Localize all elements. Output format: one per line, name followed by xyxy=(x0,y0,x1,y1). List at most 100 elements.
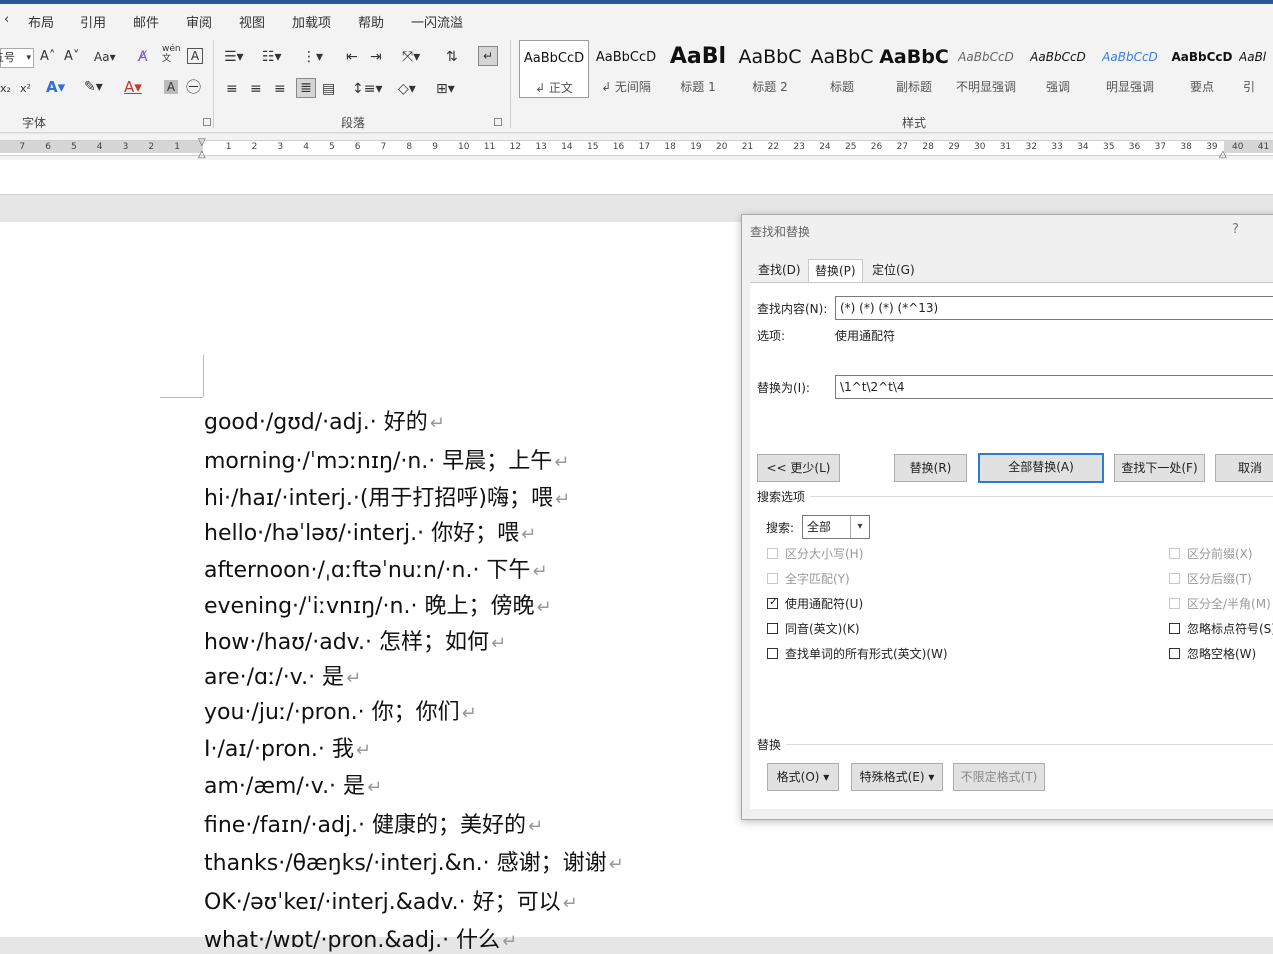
shading-icon[interactable]: ◇▾ xyxy=(398,80,416,98)
style-heading2[interactable]: AaBbC 标题 2 xyxy=(735,40,805,98)
sort-icon[interactable]: ⇅ xyxy=(446,48,458,66)
find-input[interactable]: (*) (*) (*) (*^13) xyxy=(835,296,1273,320)
enclose-char-icon[interactable]: ㊀ xyxy=(186,78,201,96)
ruler-number: 1 xyxy=(225,142,232,152)
change-case-icon[interactable]: Aa▾ xyxy=(94,48,116,66)
clear-format-icon[interactable]: A̸ xyxy=(138,48,148,66)
show-marks-icon[interactable]: ↵ xyxy=(478,46,498,66)
font-color-icon[interactable]: A▾ xyxy=(124,78,142,96)
document-line[interactable]: morning·/ˈmɔːnɪŋ/·n.· 早晨；上午 ↵ xyxy=(204,443,569,475)
justify-icon[interactable]: ≣ xyxy=(296,78,316,98)
find-next-button[interactable]: 查找下一处(F) xyxy=(1114,454,1205,482)
menu-help[interactable]: 帮助 xyxy=(358,12,384,31)
char-border-icon[interactable]: A xyxy=(187,48,203,64)
asian-layout-icon[interactable]: ⤧▾ xyxy=(402,48,420,66)
search-option-label: 忽略空格(W) xyxy=(1187,647,1257,661)
shrink-font-icon[interactable]: A˅ xyxy=(64,48,79,66)
special-button[interactable]: 特殊格式(E) ▾ xyxy=(851,763,943,791)
document-line[interactable]: fine·/faɪn/·adj.· 健康的；美好的 ↵ xyxy=(204,807,543,839)
document-line[interactable]: are·/ɑː/·v.· 是 ↵ xyxy=(204,659,361,691)
search-option-label: 区分前缀(X) xyxy=(1187,547,1253,561)
search-scope-select[interactable]: 全部 ▾ xyxy=(802,515,870,539)
menu-addins[interactable]: 加载项 xyxy=(292,12,331,31)
borders-icon[interactable]: ⊞▾ xyxy=(436,80,455,98)
style-preview: AaBl xyxy=(669,44,727,69)
text-effects-icon[interactable]: A▾ xyxy=(46,78,65,96)
style-subtitle[interactable]: AaBbC 副标题 xyxy=(879,40,949,98)
distributed-icon[interactable]: ▤ xyxy=(322,80,335,98)
menu-references[interactable]: 引用 xyxy=(80,12,106,31)
align-center-icon[interactable]: ≡ xyxy=(250,80,262,98)
style-preview: AaBbCcD xyxy=(523,51,585,66)
style-quote[interactable]: AaBl 引 xyxy=(1239,40,1273,98)
cancel-button[interactable]: 取消 xyxy=(1215,454,1273,482)
style-subtle-emphasis[interactable]: AaBbCcD 不明显强调 xyxy=(951,40,1021,98)
replace-input[interactable]: \1^t\2^t\4 xyxy=(835,375,1273,399)
document-line[interactable]: what·/wɒt/·pron.&adj.· 什么 ↵ xyxy=(204,922,517,954)
document-line[interactable]: evening·/ˈiːvnɪŋ/·n.· 晚上；傍晚 ↵ xyxy=(204,588,552,620)
style-name: 标题 xyxy=(829,80,854,94)
tab-replace[interactable]: 替换(P) xyxy=(808,259,863,283)
find-replace-dialog: 查找和替换 ? 查找(D) 替换(P) 定位(G) 查找内容(N): (*) (… xyxy=(741,214,1273,820)
document-line[interactable]: I·/aɪ/·pron.· 我 ↵ xyxy=(204,731,371,763)
replace-button[interactable]: 替换(R) xyxy=(894,454,967,482)
document-line[interactable]: OK·/əʊˈkeɪ/·interj.&adv.· 好；可以 ↵ xyxy=(204,884,578,916)
chevron-down-icon: ▾ xyxy=(850,516,869,538)
decrease-indent-icon[interactable]: ⇤ xyxy=(346,48,358,66)
format-button[interactable]: 格式(O) ▾ xyxy=(767,763,839,791)
increase-indent-icon[interactable]: ⇥ xyxy=(370,48,382,66)
options-label: 选项: xyxy=(757,329,786,343)
style-no-spacing[interactable]: AaBbCcD ↲ 无间隔 xyxy=(591,40,661,98)
menu-view[interactable]: 视图 xyxy=(239,12,265,31)
search-checkbox[interactable] xyxy=(1169,648,1180,659)
document-line[interactable]: you·/juː/·pron.· 你；你们 ↵ xyxy=(204,694,477,726)
style-normal[interactable]: AaBbCcD ↲ 正文 xyxy=(519,40,589,98)
char-shading-icon[interactable]: A xyxy=(164,80,178,94)
style-heading1[interactable]: AaBl 标题 1 xyxy=(663,40,733,98)
line-spacing-icon[interactable]: ↕≡▾ xyxy=(352,80,383,98)
style-strong[interactable]: AaBbCcD 要点 xyxy=(1167,40,1237,98)
document-line[interactable]: how·/haʊ/·adv.· 怎样；如何 ↵ xyxy=(204,624,506,656)
document-line[interactable]: hi·/haɪ/·interj.·(用于打招呼)嗨；喂 ↵ xyxy=(204,480,570,512)
subscript-icon[interactable]: x₂ xyxy=(0,80,11,98)
search-option-label: 使用通配符(U) xyxy=(785,597,864,611)
document-line[interactable]: afternoon·/ˌɑːftəˈnuːn/·n.· 下午 ↵ xyxy=(204,552,548,584)
font-size-box[interactable]: 五号▾ xyxy=(0,48,34,68)
grow-font-icon[interactable]: A˄ xyxy=(40,48,55,66)
tab-find[interactable]: 查找(D) xyxy=(752,259,807,283)
search-checkbox[interactable]: ✓ xyxy=(767,595,778,609)
document-line[interactable]: hello·/həˈləʊ/·interj.· 你好；喂 ↵ xyxy=(204,515,536,547)
document-line[interactable]: thanks·/θæŋks/·interj.&n.· 感谢；谢谢 ↵ xyxy=(204,845,624,877)
menu-yishan[interactable]: 一闪流溢 xyxy=(411,12,463,31)
tab-goto[interactable]: 定位(G) xyxy=(866,259,921,283)
ruler-number: 35 xyxy=(1103,142,1115,152)
font-dialog-launcher[interactable] xyxy=(203,118,211,126)
ruler-number: 39 xyxy=(1206,142,1218,152)
paragraph-mark-icon: ↵ xyxy=(528,816,544,837)
numbering-icon[interactable]: ☷▾ xyxy=(262,48,282,66)
align-left-icon[interactable]: ≡ xyxy=(226,80,238,98)
search-checkbox[interactable] xyxy=(1169,623,1180,634)
menu-mailings[interactable]: 邮件 xyxy=(133,12,159,31)
horizontal-ruler[interactable]: 7 6 5 4 3 2 1 1 2 3 4 5 6 7 8 9 10 11 12 13 14 15 16 17 18 19 20 21… xyxy=(0,134,1273,160)
highlight-icon[interactable]: ✎▾ xyxy=(84,78,103,96)
document-line[interactable]: am·/æm/·v.· 是 ↵ xyxy=(204,768,382,800)
less-button[interactable]: << 更少(L) xyxy=(757,454,840,482)
bullets-icon[interactable]: ☰▾ xyxy=(224,48,244,66)
style-emphasis[interactable]: AaBbCcD 强调 xyxy=(1023,40,1093,98)
superscript-icon[interactable]: x² xyxy=(20,80,31,98)
phonetic-guide-icon[interactable]: wén 文 xyxy=(162,44,181,64)
search-checkbox[interactable] xyxy=(767,648,778,659)
search-checkbox[interactable] xyxy=(767,623,778,634)
ruler-number: 5 xyxy=(71,142,77,152)
align-right-icon[interactable]: ≡ xyxy=(274,80,286,98)
help-icon[interactable]: ? xyxy=(1232,222,1239,237)
multilevel-list-icon[interactable]: ⋮▾ xyxy=(302,48,323,66)
replace-all-button[interactable]: 全部替换(A) xyxy=(978,453,1104,483)
paragraph-dialog-launcher[interactable] xyxy=(494,118,502,126)
style-intense-emphasis[interactable]: AaBbCcD 明显强调 xyxy=(1095,40,1165,98)
document-line[interactable]: good·/gʊd/·adj.· 好的 ↵ xyxy=(204,404,445,436)
menu-layout[interactable]: 布局 xyxy=(28,12,54,31)
menu-review[interactable]: 审阅 xyxy=(186,12,212,31)
style-title[interactable]: AaBbC 标题 xyxy=(807,40,877,98)
